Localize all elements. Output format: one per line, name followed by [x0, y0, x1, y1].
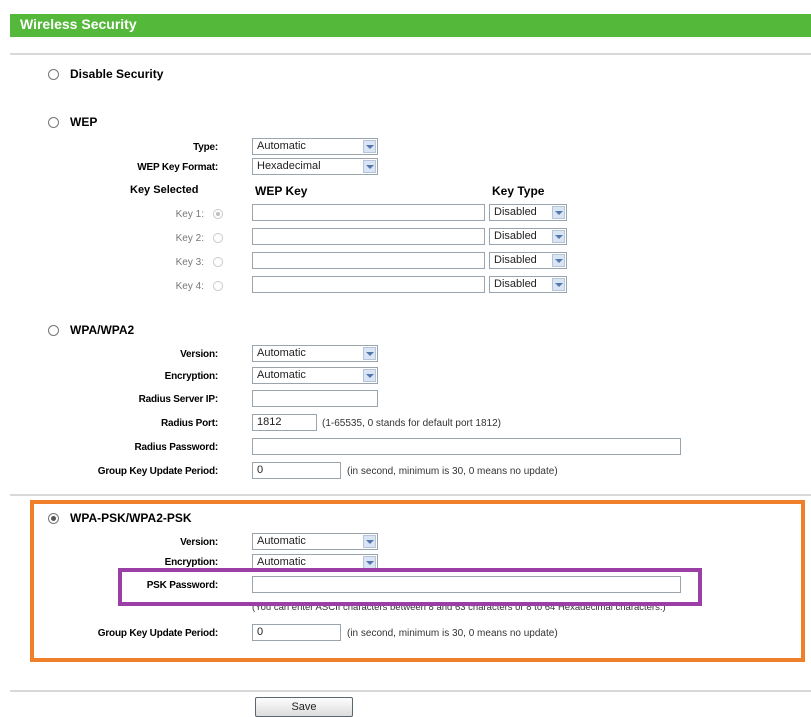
key4-type-select[interactable]: Disabled: [489, 276, 567, 293]
chevron-down-icon: [552, 254, 565, 267]
wpa-encryption-select[interactable]: Automatic: [252, 367, 378, 384]
key2-radio[interactable]: [213, 233, 223, 243]
wep-radio[interactable]: [48, 117, 59, 128]
key3-radio[interactable]: [213, 257, 223, 267]
radius-port-hint: (1-65535, 0 stands for default port 1812…: [322, 418, 502, 429]
key1-type-value: Disabled: [494, 206, 537, 218]
col-key-selected: Key Selected: [130, 184, 199, 196]
wpa-group-key-label: Group Key Update Period:: [97, 466, 218, 477]
wep-type-label: Type:: [193, 142, 218, 153]
disable-security-radio[interactable]: [48, 69, 59, 80]
wep-format-label: WEP Key Format:: [137, 162, 218, 173]
chevron-down-icon: [552, 278, 565, 291]
key2-label: Key 2:: [175, 233, 204, 244]
wpa-encryption-value: Automatic: [257, 369, 306, 381]
key2-type-value: Disabled: [494, 230, 537, 242]
key3-type-value: Disabled: [494, 254, 537, 266]
radius-password-input[interactable]: [252, 438, 681, 455]
wpa-version-label: Version:: [180, 349, 218, 360]
wep-type-select[interactable]: Automatic: [252, 138, 378, 155]
chevron-down-icon: [363, 160, 376, 173]
key1-type-select[interactable]: Disabled: [489, 204, 567, 221]
wpa-version-select[interactable]: Automatic: [252, 345, 378, 362]
wpa-encryption-label: Encryption:: [164, 371, 219, 382]
wep-format-value: Hexadecimal: [257, 160, 321, 172]
radius-ip-input[interactable]: [252, 390, 378, 407]
radius-ip-label: Radius Server IP:: [138, 394, 219, 405]
page-title: Wireless Security: [20, 16, 137, 32]
key2-type-select[interactable]: Disabled: [489, 228, 567, 245]
key4-input[interactable]: [252, 276, 485, 293]
key4-radio[interactable]: [213, 281, 223, 291]
key3-input[interactable]: [252, 252, 485, 269]
radius-port-label: Radius Port:: [160, 418, 218, 429]
wpa-radio[interactable]: [48, 325, 59, 336]
wpa-version-value: Automatic: [257, 347, 306, 359]
wep-type-value: Automatic: [257, 140, 306, 152]
divider: [10, 53, 811, 55]
psk-password-highlight-box: [118, 568, 702, 606]
disable-security-label: Disable Security: [70, 67, 164, 81]
wpa-group-key-hint: (in second, minimum is 30, 0 means no up…: [347, 466, 558, 477]
wep-label: WEP: [70, 115, 98, 129]
chevron-down-icon: [363, 347, 376, 360]
wep-format-select[interactable]: Hexadecimal: [252, 158, 378, 175]
key1-input[interactable]: [252, 204, 485, 221]
chevron-down-icon: [552, 230, 565, 243]
divider: [10, 690, 811, 692]
key3-type-select[interactable]: Disabled: [489, 252, 567, 269]
radius-port-input[interactable]: 1812: [252, 414, 317, 431]
key4-label: Key 4:: [175, 281, 204, 292]
key1-radio[interactable]: [213, 209, 223, 219]
radius-password-label: Radius Password:: [134, 442, 219, 453]
save-button[interactable]: Save: [255, 697, 353, 717]
divider: [10, 494, 811, 496]
col-wep-key: WEP Key: [255, 184, 308, 198]
col-key-type: Key Type: [492, 184, 545, 198]
wpa-label: WPA/WPA2: [70, 323, 135, 337]
chevron-down-icon: [363, 369, 376, 382]
wpa-group-key-input[interactable]: 0: [252, 462, 341, 479]
chevron-down-icon: [363, 140, 376, 153]
key2-input[interactable]: [252, 228, 485, 245]
key3-label: Key 3:: [175, 257, 204, 268]
key4-type-value: Disabled: [494, 278, 537, 290]
key1-label: Key 1:: [175, 209, 204, 220]
chevron-down-icon: [552, 206, 565, 219]
